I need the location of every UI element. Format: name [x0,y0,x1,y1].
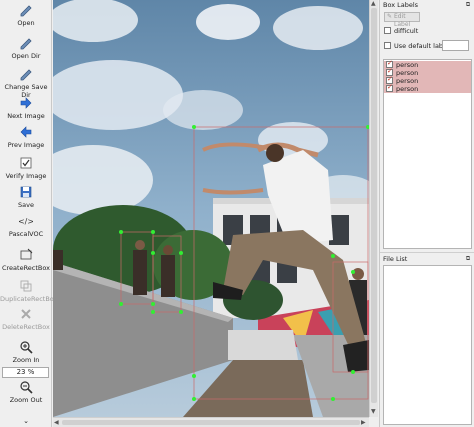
zoom-in-button[interactable]: Zoom In [0,340,52,364]
scroll-up-arrow-icon[interactable]: ▲ [371,0,376,8]
duplicate-rectbox-button[interactable]: DuplicateRectBox [0,279,57,303]
zoom-level-field[interactable]: 23 % [2,367,49,378]
edit-icon: ✎ [387,13,393,20]
save-icon [20,186,32,198]
zoom-in-icon [20,341,33,354]
verify-image-label: Verify Image [5,172,47,180]
dock-float-icon[interactable]: ⧉ [464,1,472,9]
save-label: Save [18,201,34,209]
zoom-out-icon [20,381,33,394]
use-default-label-text: Use default label [394,42,449,50]
format-button[interactable]: </> PascalVOC [0,214,52,238]
open-button[interactable]: Open [0,3,52,27]
change-save-dir-button[interactable]: Change Save Dir [0,67,52,99]
pencil-icon [20,5,32,17]
use-default-label-checkbox[interactable] [384,42,391,49]
create-rectbox-label: CreateRectBox [1,264,51,272]
create-box-icon [20,248,33,260]
label-list[interactable]: person person person person [383,59,472,249]
label-list-item[interactable]: person [384,75,471,85]
verify-image-button[interactable]: Verify Image [0,156,52,180]
open-dir-button[interactable]: Open Dir [0,36,52,60]
difficult-checkbox[interactable] [384,27,391,34]
labelimg-window: Open Open Dir Change Save Dir Next Image… [0,0,474,427]
delete-rectbox-button[interactable]: DeleteRectBox [0,307,52,331]
zoom-out-button[interactable]: Zoom Out [0,380,52,404]
zoom-out-label: Zoom Out [9,396,43,404]
label-list-item[interactable]: person [384,83,471,93]
zoom-in-label: Zoom In [12,356,40,364]
difficult-label: difficult [394,27,419,35]
next-image-label: Next Image [7,112,45,120]
arrow-left-icon [20,126,32,138]
create-rectbox-button[interactable]: CreateRectBox [0,248,52,272]
next-image-button[interactable]: Next Image [0,96,52,120]
delete-icon [21,309,31,319]
verify-icon [20,157,32,169]
pencil-icon [20,38,32,50]
dock-float-icon[interactable]: ⧉ [464,255,472,263]
open-dir-label: Open Dir [11,52,41,60]
horizontal-scroll-thumb[interactable] [62,420,360,425]
box-labels-title: Box Labels [383,1,419,9]
svg-text:</>: </> [19,217,33,226]
label-text: person [396,85,419,93]
label-list-item[interactable]: person [384,67,471,77]
image-canvas[interactable] [53,0,369,417]
file-list[interactable] [383,265,472,425]
label-text: person [396,77,419,85]
scroll-down-arrow-icon[interactable]: ▼ [371,408,376,416]
arrow-right-icon [20,97,32,109]
open-label: Open [17,19,35,27]
scroll-left-arrow-icon[interactable]: ◀ [54,419,59,427]
duplicate-icon [20,280,32,292]
label-list-item[interactable]: person [384,59,471,69]
toolbar-more-icon[interactable]: ⌄ [0,417,52,425]
prev-image-label: Prev Image [7,141,45,149]
format-label: PascalVOC [8,230,44,238]
label-visibility-checkbox[interactable] [386,83,393,92]
prev-image-button[interactable]: Prev Image [0,125,52,149]
label-text: person [396,69,419,77]
file-list-title: File List [383,255,408,263]
default-label-input[interactable] [442,40,469,51]
dock-separator [380,252,474,253]
save-button[interactable]: Save [0,185,52,209]
pencil-icon [20,69,32,81]
edit-label-text: Edit Label [394,13,411,28]
edit-label-button[interactable]: ✎ Edit Label [384,12,420,28]
left-toolbar: Open Open Dir Change Save Dir Next Image… [0,0,57,427]
label-text: person [396,61,419,69]
duplicate-rectbox-label: DuplicateRectBox [0,295,58,303]
right-dock: Box Labels ⧉ ✎ Edit Label difficult Use … [379,0,474,427]
vertical-scroll-thumb[interactable] [371,8,377,403]
scroll-right-arrow-icon[interactable]: ▶ [361,419,366,427]
photo-image [53,0,369,417]
code-icon: </> [19,217,33,226]
delete-rectbox-label: DeleteRectBox [2,323,50,331]
vertical-scrollbar[interactable]: ▲ ▼ [369,0,378,417]
horizontal-scrollbar[interactable]: ◀ ▶ [53,417,369,427]
